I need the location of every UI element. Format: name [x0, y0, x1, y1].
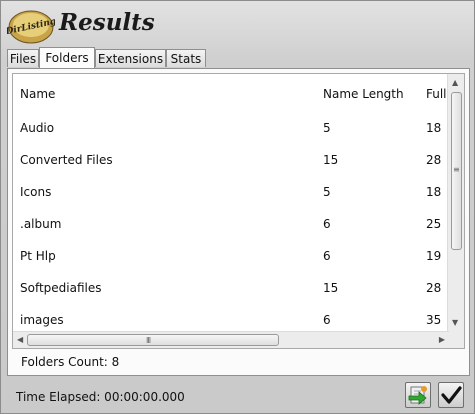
results-window: DirListing Results Files Folders Extensi…: [0, 0, 475, 414]
scroll-grip-icon: ≡: [453, 165, 460, 174]
scroll-down-icon[interactable]: ▼: [452, 318, 458, 328]
scroll-left-icon[interactable]: ◀: [17, 335, 23, 345]
tab-extensions[interactable]: Extensions: [95, 49, 166, 67]
vertical-scrollbar[interactable]: ▲ ≡ ▼: [447, 74, 464, 332]
cell-name: Converted Files: [20, 153, 113, 167]
folders-table[interactable]: Name Name Length Full Audio 5 18 Convert…: [12, 73, 465, 349]
cell-name: Icons: [20, 185, 52, 199]
horizontal-scrollbar[interactable]: ◀ III ▶: [13, 331, 449, 348]
scroll-right-icon[interactable]: ▶: [439, 335, 445, 345]
table-header: Name Name Length Full: [13, 76, 449, 108]
tab-files[interactable]: Files: [7, 49, 39, 67]
table-row[interactable]: Audio 5 18: [13, 112, 449, 144]
window-title: Results: [59, 9, 155, 36]
scroll-grip-icon: III: [146, 336, 151, 345]
folders-count: Folders Count: 8: [21, 355, 120, 369]
folders-panel: Name Name Length Full Audio 5 18 Convert…: [7, 68, 470, 376]
cell-name-length: 15: [323, 153, 339, 167]
tab-folders[interactable]: Folders: [39, 47, 95, 68]
cell-name: Softpediafiles: [20, 281, 102, 295]
scroll-up-icon[interactable]: ▲: [452, 78, 458, 88]
cell-name-length: 5: [323, 121, 331, 135]
cell-name-length: 6: [323, 249, 331, 263]
tab-stats[interactable]: Stats: [166, 49, 206, 67]
dirlisting-logo: DirListing: [7, 10, 55, 44]
table-row[interactable]: Converted Files 15 28: [13, 144, 449, 176]
horizontal-scroll-thumb[interactable]: III: [27, 334, 279, 346]
table-row[interactable]: Icons 5 18: [13, 176, 449, 208]
vertical-scroll-thumb[interactable]: ≡: [451, 92, 462, 250]
time-elapsed: Time Elapsed: 00:00:00.000: [16, 390, 185, 404]
checkmark-icon: [441, 386, 462, 404]
export-arrow-icon: [408, 386, 427, 405]
cell-name-length: 15: [323, 281, 339, 295]
cell-name: .album: [20, 217, 62, 231]
cell-name: Pt Hlp: [20, 249, 56, 263]
column-header-name[interactable]: Name: [20, 76, 310, 108]
table-row[interactable]: .album 6 25: [13, 208, 449, 240]
scroll-corner: [448, 332, 464, 348]
table-row[interactable]: Softpediafiles 15 28: [13, 272, 449, 304]
table-row[interactable]: Pt Hlp 6 19: [13, 240, 449, 272]
export-button[interactable]: [405, 382, 431, 408]
cell-name: Audio: [20, 121, 55, 135]
column-header-name-length[interactable]: Name Length: [323, 76, 413, 108]
cell-name-length: 5: [323, 185, 331, 199]
ok-button[interactable]: [438, 382, 464, 408]
cell-name-length: 6: [323, 217, 331, 231]
